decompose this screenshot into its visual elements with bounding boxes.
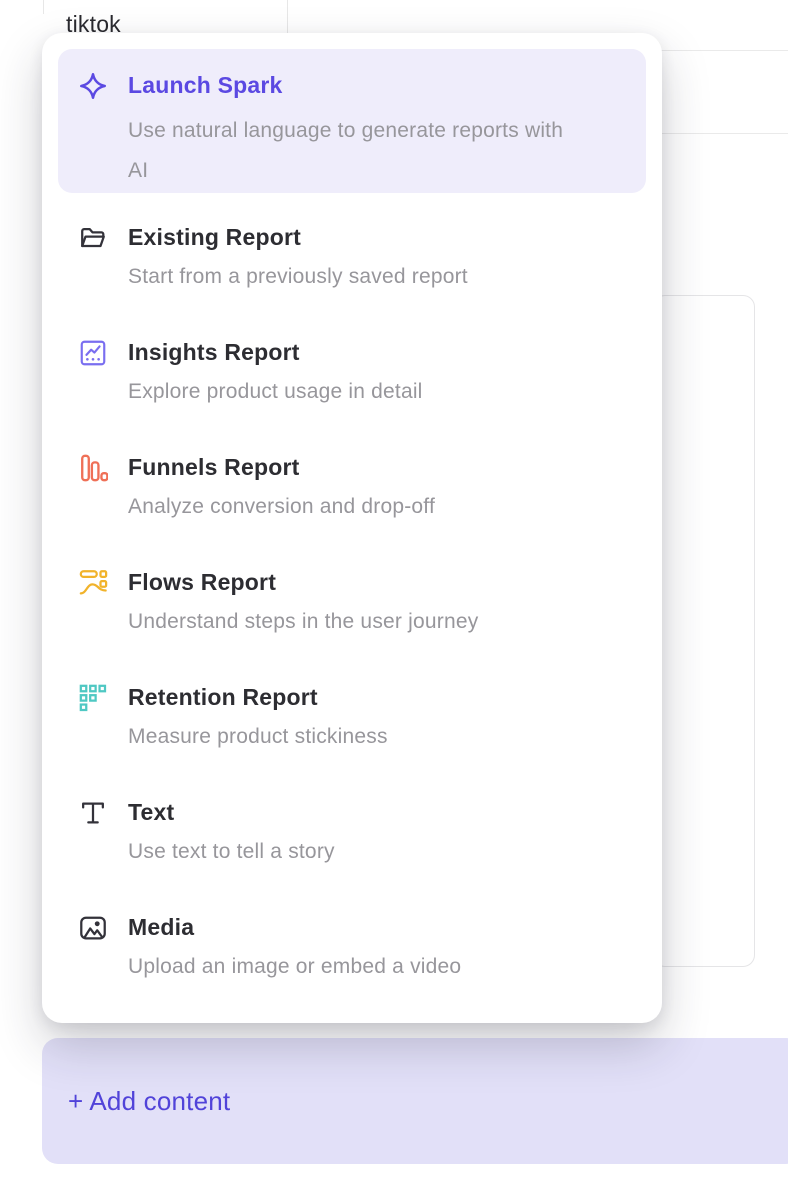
- flows-icon: [78, 568, 108, 598]
- menu-item-insights-report[interactable]: Insights Report Explore product usage in…: [58, 338, 646, 407]
- add-content-label: + Add content: [68, 1086, 230, 1117]
- menu-item-title: Text: [128, 798, 335, 826]
- add-content-menu: Launch Spark Use natural language to gen…: [42, 33, 662, 1023]
- menu-item-title: Retention Report: [128, 683, 388, 711]
- insights-chart-icon: [78, 338, 108, 368]
- menu-item-subtitle: Measure product stickiness: [128, 722, 388, 752]
- menu-item-subtitle: Start from a previously saved report: [128, 262, 468, 292]
- table-row-divider: [650, 133, 788, 134]
- menu-item-title: Media: [128, 913, 461, 941]
- menu-item-subtitle: Analyze conversion and drop-off: [128, 492, 435, 522]
- menu-item-title: Flows Report: [128, 568, 478, 596]
- funnel-bars-icon: [78, 453, 108, 483]
- table-row-divider: [650, 50, 788, 51]
- menu-item-flows-report[interactable]: Flows Report Understand steps in the use…: [58, 568, 646, 637]
- menu-item-launch-spark[interactable]: Launch Spark Use natural language to gen…: [58, 49, 646, 193]
- page-background: tiktok Launch Spark Use natural language…: [0, 0, 788, 1200]
- text-icon: [78, 798, 108, 828]
- table-column-divider: [43, 0, 44, 14]
- menu-item-media[interactable]: Media Upload an image or embed a video: [58, 913, 646, 982]
- menu-item-subtitle: Use natural language to generate reports…: [128, 111, 583, 191]
- menu-item-title: Insights Report: [128, 338, 423, 366]
- retention-grid-icon: [78, 683, 108, 713]
- menu-item-retention-report[interactable]: Retention Report Measure product stickin…: [58, 683, 646, 752]
- folder-icon: [78, 223, 108, 253]
- menu-item-existing-report[interactable]: Existing Report Start from a previously …: [58, 223, 646, 292]
- menu-item-subtitle: Understand steps in the user journey: [128, 607, 478, 637]
- menu-item-title: Existing Report: [128, 223, 468, 251]
- sparkle-icon: [78, 71, 108, 101]
- media-image-icon: [78, 913, 108, 943]
- menu-item-title: Launch Spark: [128, 71, 583, 99]
- menu-item-funnels-report[interactable]: Funnels Report Analyze conversion and dr…: [58, 453, 646, 522]
- menu-item-title: Funnels Report: [128, 453, 435, 481]
- add-content-button[interactable]: + Add content: [42, 1038, 788, 1164]
- background-card: [653, 295, 755, 967]
- menu-item-subtitle: Use text to tell a story: [128, 837, 335, 867]
- menu-item-subtitle: Upload an image or embed a video: [128, 952, 461, 982]
- menu-item-subtitle: Explore product usage in detail: [128, 377, 423, 407]
- menu-item-text[interactable]: Text Use text to tell a story: [58, 798, 646, 867]
